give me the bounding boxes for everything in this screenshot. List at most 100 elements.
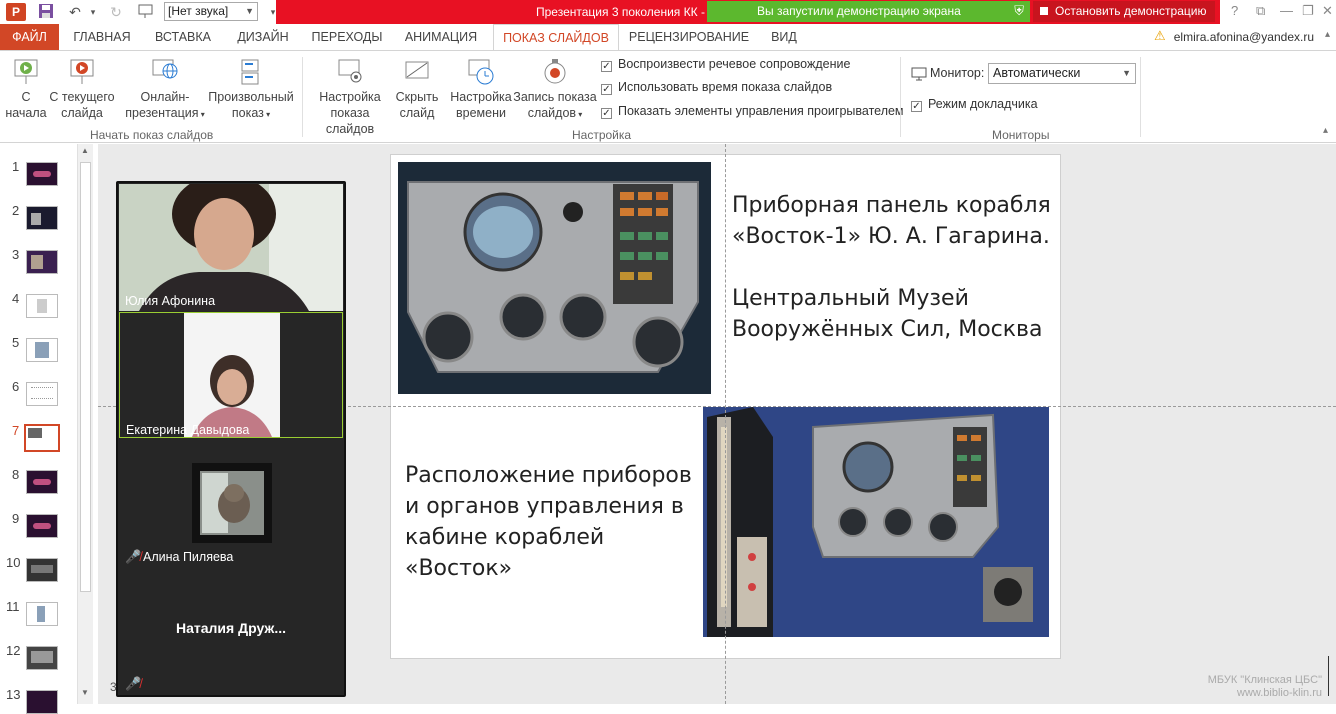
- collapse-ribbon-icon[interactable]: ▴: [1323, 125, 1328, 136]
- minimize-icon[interactable]: —: [1280, 3, 1293, 18]
- slide-text-line: Приборная панель корабля: [732, 193, 1051, 218]
- participant-video-4[interactable]: Наталия Друж... 🎤̸: [119, 568, 343, 695]
- hide-slide-button[interactable]: Скрыть слайд: [394, 57, 440, 121]
- slide-thumbnail-8[interactable]: [26, 470, 58, 494]
- play-narrations-checkbox[interactable]: ✓ Воспроизвести речевое сопровождение: [601, 57, 850, 72]
- slide-text-bottom[interactable]: Расположение приборов и органов управлен…: [405, 460, 692, 584]
- group-label-setup: Настройка: [572, 128, 632, 142]
- online-presentation-label-2: презентация: [125, 106, 199, 120]
- control-panel-photo[interactable]: [398, 162, 711, 394]
- participant-avatar-3: [192, 463, 272, 543]
- undo-icon[interactable]: ↶: [66, 3, 84, 21]
- tab-review[interactable]: РЕЦЕНЗИРОВАНИЕ: [626, 24, 752, 50]
- stop-share-label: Остановить демонстрацию: [1055, 4, 1207, 18]
- slide-thumbnail-4[interactable]: [26, 294, 58, 318]
- thumb-number: 2: [12, 203, 20, 218]
- from-current-button[interactable]: С текущего слайда: [48, 57, 116, 121]
- slide-thumbnail-3[interactable]: [26, 250, 58, 274]
- sound-select[interactable]: [Нет звука] ▼: [164, 2, 258, 21]
- title-bar: P ↶ ▾ ↻ [Нет звука] ▼ ▾ Презентация 3 по…: [0, 0, 1336, 24]
- slide-text-line: «Восток»: [405, 556, 513, 581]
- from-beginning-label-2: начала: [5, 106, 47, 120]
- tab-slideshow[interactable]: ПОКАЗ СЛАЙДОВ: [493, 24, 619, 50]
- online-presentation-button[interactable]: Онлайн- презентация ▾: [124, 57, 206, 123]
- scroll-up-icon[interactable]: ▲: [81, 146, 89, 155]
- from-beginning-button[interactable]: С начала: [4, 57, 48, 121]
- tab-home[interactable]: ГЛАВНАЯ: [66, 24, 138, 50]
- custom-show-button[interactable]: Произвольный показ ▾: [206, 57, 296, 123]
- tab-design[interactable]: ДИЗАЙН: [228, 24, 298, 50]
- slide-text-line: Центральный Музей: [732, 286, 969, 311]
- slide-thumbnail-12[interactable]: [26, 646, 58, 670]
- undo-dropdown-icon[interactable]: ▾: [84, 3, 102, 21]
- scroll-up-icon[interactable]: ▴: [1325, 29, 1330, 40]
- show-media-controls-checkbox[interactable]: ✓ Показать элементы управления проигрыват…: [601, 104, 904, 119]
- redo-icon[interactable]: ↻: [107, 3, 125, 21]
- chevron-down-icon: ▼: [245, 6, 254, 16]
- slide-thumbnail-10[interactable]: [26, 558, 58, 582]
- share-status-text: Вы запустили демонстрацию экрана: [757, 4, 961, 18]
- slide-text-line: [732, 252, 1051, 283]
- mic-off-icon: 🎤̸: [125, 549, 142, 564]
- status-slide-number: 3: [110, 680, 117, 694]
- text-cursor: [1328, 656, 1329, 696]
- slide-thumbnail-11[interactable]: [26, 602, 58, 626]
- custom-show-label-1: Произвольный: [208, 90, 294, 104]
- monitor-select[interactable]: Автоматически ▼: [988, 63, 1136, 84]
- online-presentation-label-1: Онлайн-: [140, 90, 190, 104]
- monitor-icon: [911, 67, 927, 84]
- participant-name: Екатерина Давыдова: [126, 423, 250, 437]
- slide-thumbnail-1[interactable]: [26, 162, 58, 186]
- save-icon[interactable]: [37, 3, 55, 21]
- slide-thumbnail-7-active[interactable]: [24, 424, 60, 452]
- slide-thumbnail-13[interactable]: [26, 690, 58, 714]
- restore-icon[interactable]: ❐: [1302, 3, 1314, 19]
- watermark-line: МБУК "Клинская ЦБС": [1207, 674, 1322, 686]
- record-icon: [544, 59, 566, 84]
- monitor-select-value: Автоматически: [993, 66, 1081, 80]
- ribbon-tabs: ФАЙЛ ГЛАВНАЯ ВСТАВКА ДИЗАЙН ПЕРЕХОДЫ АНИ…: [0, 24, 1336, 50]
- tab-file[interactable]: ФАЙЛ: [0, 24, 59, 50]
- group-label-monitors: Мониторы: [992, 128, 1050, 142]
- presenter-view-checkbox[interactable]: ✓ Режим докладчика: [911, 97, 1038, 112]
- slide-thumbnail-9[interactable]: [26, 514, 58, 538]
- setup-show-icon: [338, 59, 362, 83]
- hide-slide-label-1: Скрыть: [395, 90, 439, 104]
- participant-video-2-active[interactable]: Екатерина Давыдова: [119, 312, 343, 438]
- custom-show-label-2: показ: [231, 106, 264, 120]
- slide-thumbnail-2[interactable]: [26, 206, 58, 230]
- slide-text-line: Расположение приборов: [405, 463, 692, 488]
- cabin-image: [703, 407, 1049, 637]
- help-button[interactable]: ?: [1231, 3, 1238, 18]
- play-narrations-label: Воспроизвести речевое сопровождение: [618, 57, 851, 71]
- thumb-number-active: 7: [12, 423, 20, 438]
- cabin-photo[interactable]: [703, 407, 1049, 637]
- rehearse-timings-label-1: Настройка: [450, 90, 512, 104]
- close-icon[interactable]: ✕: [1322, 3, 1333, 19]
- slide-thumbnail-6[interactable]: [26, 382, 58, 406]
- record-show-button[interactable]: Запись показа слайдов ▾: [512, 57, 598, 123]
- rehearse-timings-button[interactable]: Настройка времени: [448, 57, 514, 121]
- group-separator: [900, 57, 901, 137]
- vertical-guide[interactable]: [725, 144, 726, 704]
- thumb-number: 10: [6, 555, 21, 570]
- checkmark-icon: ✓: [601, 61, 612, 72]
- participant-video-1[interactable]: Юлия Афонина: [119, 184, 343, 311]
- scroll-down-icon[interactable]: ▼: [81, 688, 89, 697]
- participant-video-3[interactable]: 🎤̸ Алина Пиляева: [119, 439, 343, 567]
- account-name[interactable]: elmira.afonina@yandex.ru: [1174, 30, 1314, 44]
- scrollbar-thumb[interactable]: [80, 162, 91, 592]
- tab-transitions[interactable]: ПЕРЕХОДЫ: [308, 24, 386, 50]
- tab-animations[interactable]: АНИМАЦИЯ: [396, 24, 486, 50]
- group-separator: [302, 57, 303, 137]
- slideshow-start-icon[interactable]: [137, 3, 155, 21]
- ribbon-display-icon[interactable]: ⧉: [1256, 3, 1265, 19]
- stop-share-button[interactable]: Остановить демонстрацию: [1033, 1, 1215, 22]
- thumbnail-scrollbar[interactable]: ▲ ▼: [77, 144, 93, 704]
- slide-thumbnail-5[interactable]: [26, 338, 58, 362]
- tab-view[interactable]: ВИД: [762, 24, 806, 50]
- setup-show-button[interactable]: Настройка показа слайдов: [306, 57, 394, 137]
- tab-insert[interactable]: ВСТАВКА: [148, 24, 218, 50]
- slide-text-top[interactable]: Приборная панель корабля «Восток-1» Ю. А…: [732, 190, 1051, 345]
- use-timings-checkbox[interactable]: ✓ Использовать время показа слайдов: [601, 80, 832, 95]
